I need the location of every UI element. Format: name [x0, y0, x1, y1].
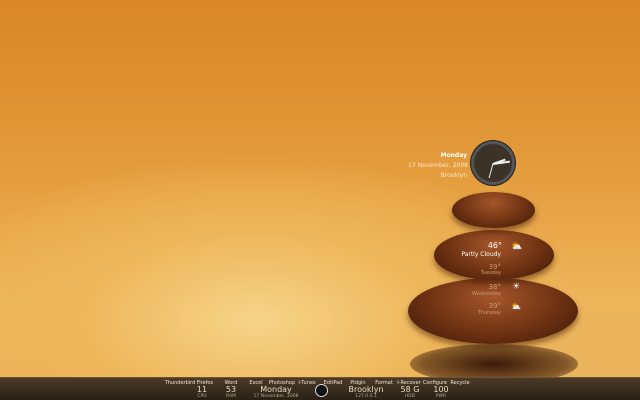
- power-value: 100: [433, 385, 449, 394]
- current-temp: 46°: [487, 241, 502, 250]
- network-stat: Brooklyn 127.0.0.1: [348, 386, 383, 400]
- cpu-value: 11: [196, 385, 208, 394]
- ip-label: 127.0.0.1: [355, 394, 377, 399]
- sunny-icon: ☀: [512, 282, 521, 292]
- partly-cloudy-icon: ⛅: [511, 242, 523, 252]
- hdd-value: 58 G: [400, 385, 420, 394]
- forecast-temp: 38°: [488, 283, 501, 291]
- clock-date: 17 November, 2008: [408, 162, 468, 169]
- clock-city: Brooklyn: [440, 172, 467, 179]
- dock-bar: Thunderbird Firefox Word Excel Photoshop…: [0, 377, 640, 400]
- forecast-day: Thursday: [477, 310, 501, 316]
- network-value: Brooklyn: [348, 385, 384, 394]
- cpu-label: CPU: [197, 394, 207, 399]
- clock-icon[interactable]: [315, 384, 328, 397]
- dock-item-editpad[interactable]: EditPad: [324, 380, 343, 386]
- dock-item-thunderbird[interactable]: Thunderbird: [165, 380, 196, 386]
- cpu-stat: 11 CPU: [197, 386, 207, 400]
- dock-item-itunes[interactable]: I-Tunes: [298, 380, 315, 386]
- hdd-label: HDD: [404, 394, 416, 399]
- forecast-day: Wednesday: [472, 291, 501, 297]
- day-value: Monday: [260, 385, 292, 394]
- second-hand: [488, 163, 494, 179]
- dock-item-recycle[interactable]: Recycle: [450, 380, 469, 386]
- power-label: PWR: [435, 394, 447, 399]
- date-label: 17 November, 2008: [253, 394, 299, 399]
- ram-value: 53: [225, 385, 237, 394]
- clock-day: Monday: [440, 152, 467, 159]
- ram-stat: 53 RAM: [226, 386, 236, 400]
- hdd-stat: 58 G HDD: [401, 386, 420, 400]
- analog-clock-icon: [471, 141, 515, 185]
- current-condition: Partly Cloudy: [461, 251, 501, 258]
- stone-top: [452, 192, 535, 228]
- forecast-day: Tuesday: [480, 270, 501, 276]
- power-stat: 100 PWR: [433, 386, 448, 400]
- partly-cloudy-icon: ⛅: [511, 302, 521, 311]
- date-stat: Monday 17 November, 2008: [254, 386, 299, 400]
- forecast-temp: 39°: [488, 302, 501, 310]
- ram-label: RAM: [226, 394, 236, 399]
